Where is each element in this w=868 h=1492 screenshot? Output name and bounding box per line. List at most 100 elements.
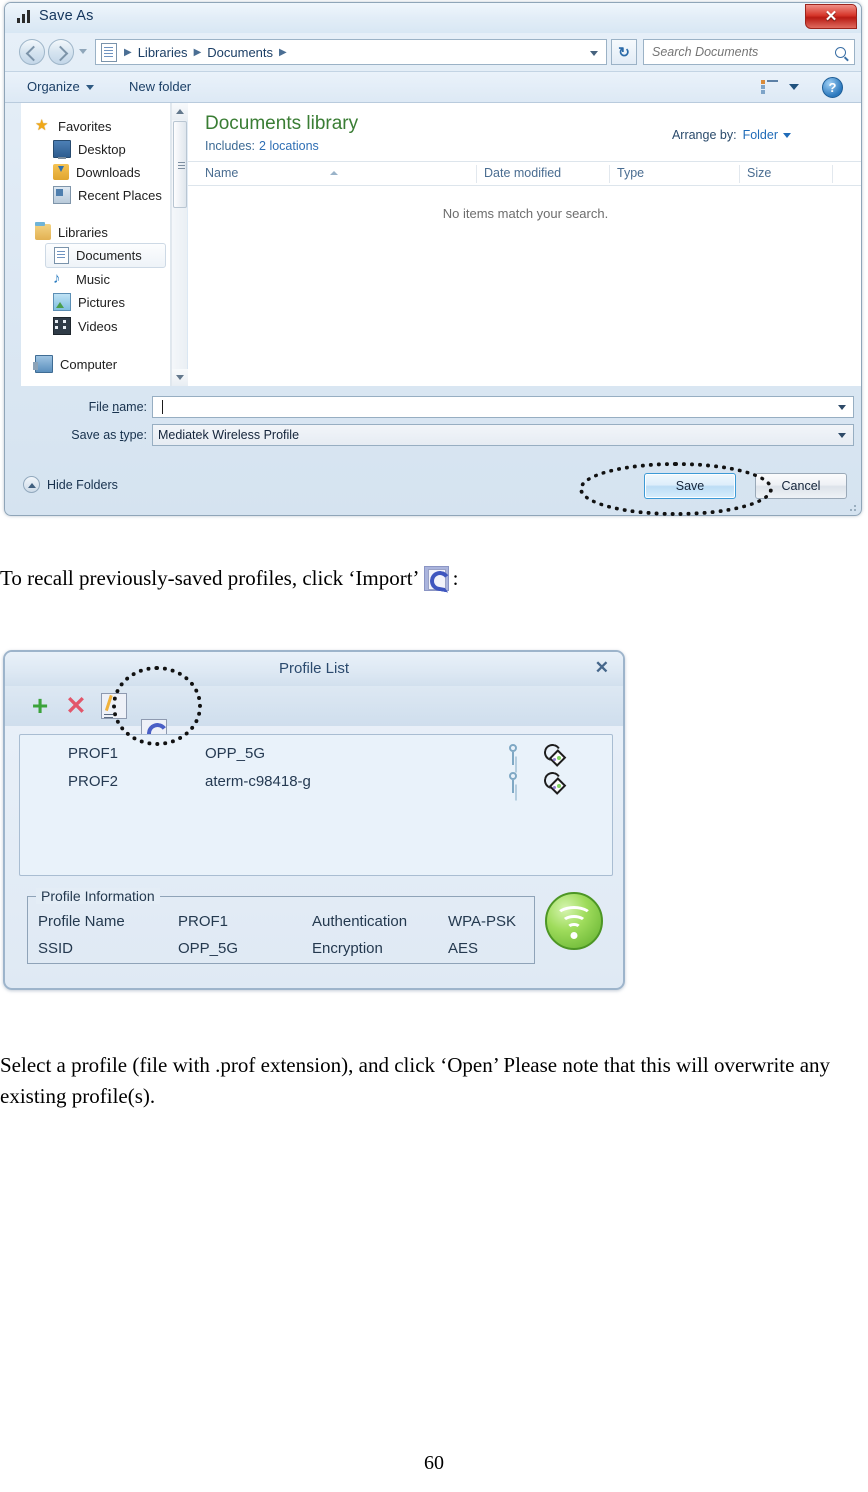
help-icon[interactable]: ? xyxy=(822,77,843,98)
scrollbar-grip-icon xyxy=(178,162,185,163)
sidebar-label: Libraries xyxy=(58,224,108,240)
sidebar-item-videos[interactable]: Videos xyxy=(21,314,170,338)
back-button[interactable] xyxy=(19,39,45,65)
column-divider[interactable] xyxy=(609,165,610,183)
sidebar-item-recent-places[interactable]: Recent Places xyxy=(21,183,170,207)
close-icon[interactable]: ✕ xyxy=(595,659,609,676)
address-chevron-down-icon[interactable] xyxy=(590,51,598,56)
add-profile-icon[interactable]: + xyxy=(27,692,53,720)
sidebar-item-libraries[interactable]: Libraries xyxy=(21,221,170,243)
breadcrumb-item-documents[interactable]: Documents xyxy=(205,45,275,60)
close-icon[interactable]: ✕ xyxy=(805,4,857,29)
arrange-label: Arrange by: xyxy=(671,128,737,142)
search-icon xyxy=(835,46,846,58)
dialog-footer: Hide Folders Save Cancel xyxy=(5,463,861,515)
save-type-value: Mediatek Wireless Profile xyxy=(158,428,300,442)
column-divider[interactable] xyxy=(739,165,740,183)
save-form: File name: Save as type: Mediatek Wirele… xyxy=(5,388,861,458)
breadcrumb-separator: ▶ xyxy=(124,46,132,58)
sort-ascending-icon xyxy=(330,171,338,175)
empty-list-message: No items match your search. xyxy=(442,206,609,221)
resize-grip-icon[interactable] xyxy=(846,501,856,511)
recent-places-icon xyxy=(53,186,71,204)
scroll-down-icon[interactable] xyxy=(172,369,188,386)
paragraph-1-colon: : xyxy=(452,566,459,590)
scroll-up-icon[interactable] xyxy=(172,103,188,120)
column-divider[interactable] xyxy=(476,165,477,183)
command-toolbar: Organize New folder ? xyxy=(5,71,861,103)
view-mode-icon[interactable] xyxy=(761,80,778,95)
new-folder-button[interactable]: New folder xyxy=(129,79,191,94)
chevron-down-icon xyxy=(783,133,791,139)
document-icon xyxy=(54,247,69,264)
edit-profile-icon[interactable] xyxy=(101,693,127,719)
save-type-select[interactable]: Mediatek Wireless Profile xyxy=(152,424,854,446)
sidebar-item-documents[interactable]: Documents xyxy=(45,243,166,268)
sidebar-item-music[interactable]: ♪ Music xyxy=(21,268,170,290)
sidebar-item-favorites[interactable]: ★ Favorites xyxy=(21,115,170,137)
save-button[interactable]: Save xyxy=(644,473,736,499)
signal-dot-icon xyxy=(557,784,561,788)
libraries-icon xyxy=(35,222,51,240)
profile-name-value: PROF1 xyxy=(178,913,229,930)
column-header-type[interactable]: Type xyxy=(617,166,644,180)
table-row[interactable]: PROF1 OPP_5G xyxy=(20,741,612,769)
breadcrumb-item-libraries[interactable]: Libraries xyxy=(136,45,190,60)
profile-list-table[interactable]: PROF1 OPP_5G PROF2 aterm-c98418-g xyxy=(19,734,613,876)
organize-menu[interactable]: Organize xyxy=(27,79,94,94)
sidebar-label: Computer xyxy=(60,356,118,372)
chevron-down-icon[interactable] xyxy=(838,433,846,438)
navigation-bar: ▶ Libraries ▶ Documents ▶ ↻ xyxy=(5,33,861,71)
library-title: Documents library xyxy=(205,113,359,134)
page-number: 60 xyxy=(424,1452,444,1474)
column-divider[interactable] xyxy=(832,165,833,183)
recent-locations-chevron-icon[interactable] xyxy=(79,49,87,54)
sidebar-item-pictures[interactable]: Pictures xyxy=(21,290,170,314)
column-header-size[interactable]: Size xyxy=(747,166,771,180)
signal-bars-icon xyxy=(17,9,32,23)
sidebar-item-computer[interactable]: Computer xyxy=(21,352,170,376)
hide-folders-label: Hide Folders xyxy=(47,477,118,492)
text-cursor xyxy=(162,400,163,414)
sidebar-label: Documents xyxy=(76,248,142,263)
refresh-button[interactable]: ↻ xyxy=(611,39,637,65)
chevron-down-icon xyxy=(85,85,94,91)
arrange-value[interactable]: Folder xyxy=(743,128,778,142)
dialog-title: Save As xyxy=(39,8,94,24)
search-input[interactable] xyxy=(650,44,824,60)
view-chevron-down-icon[interactable] xyxy=(789,84,799,90)
signal-dot-secondary-icon xyxy=(553,758,556,761)
encryption-label: Encryption xyxy=(312,940,383,957)
forward-button[interactable] xyxy=(48,39,74,65)
paragraph-1-text: To recall previously-saved profiles, cli… xyxy=(0,566,420,590)
hide-folders-button[interactable]: Hide Folders xyxy=(23,476,118,493)
navigation-pane-scrollbar[interactable] xyxy=(171,103,188,386)
ssid-value: OPP_5G xyxy=(178,940,239,957)
breadcrumb-separator: ▶ xyxy=(193,46,202,58)
table-row[interactable]: PROF2 aterm-c98418-g xyxy=(20,769,612,797)
sidebar-item-downloads[interactable]: Downloads xyxy=(21,161,170,183)
column-header-name[interactable]: Name xyxy=(205,166,238,180)
address-bar[interactable]: ▶ Libraries ▶ Documents ▶ xyxy=(95,39,607,65)
search-box[interactable] xyxy=(643,39,855,65)
wifi-status-icon xyxy=(545,892,603,950)
scrollbar-thumb[interactable] xyxy=(173,121,187,208)
delete-profile-icon[interactable]: ✕ xyxy=(63,693,89,719)
profile-name: PROF2 xyxy=(68,773,119,790)
sidebar-item-desktop[interactable]: Desktop xyxy=(21,137,170,161)
file-list-pane: Documents library Includes: 2 locations A… xyxy=(188,103,861,386)
chevron-down-icon[interactable] xyxy=(838,405,846,410)
star-icon: ★ xyxy=(35,117,49,134)
cancel-button[interactable]: Cancel xyxy=(755,473,847,499)
pictures-icon xyxy=(53,293,71,311)
sidebar-label: Desktop xyxy=(78,141,126,157)
security-key-icon xyxy=(506,744,519,766)
file-name-input[interactable] xyxy=(152,396,854,418)
instruction-paragraph-1: To recall previously-saved profiles, cli… xyxy=(0,563,860,594)
includes-value[interactable]: 2 locations xyxy=(259,139,319,153)
library-includes: Includes: 2 locations xyxy=(205,139,319,153)
instruction-paragraph-2: Select a profile (file with .prof extens… xyxy=(0,1053,831,1108)
security-key-icon xyxy=(506,772,519,794)
column-header-date-modified[interactable]: Date modified xyxy=(484,166,561,180)
